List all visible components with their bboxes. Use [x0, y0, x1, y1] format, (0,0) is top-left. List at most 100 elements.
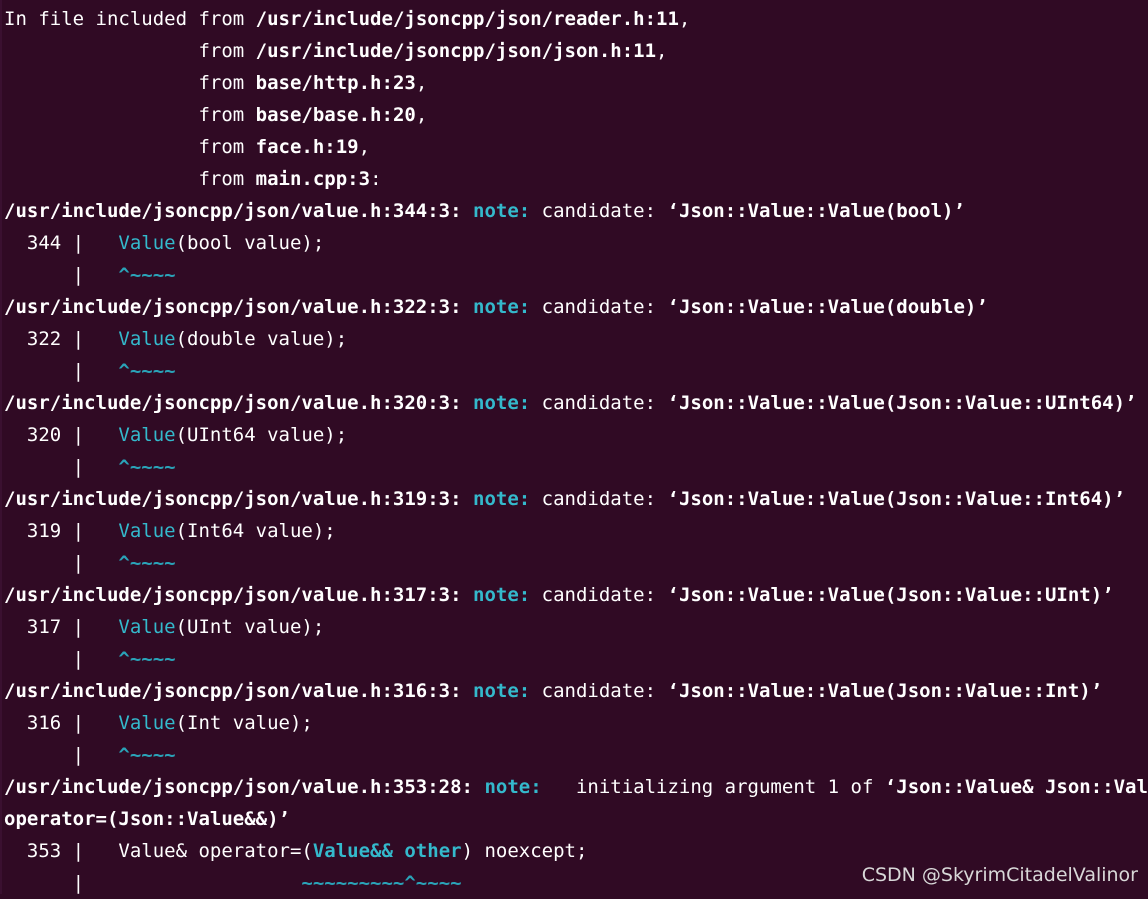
diagnostic-text: candidate:	[530, 200, 668, 222]
source-code: ) noexcept;	[461, 840, 588, 862]
include-suffix: ,	[415, 104, 428, 126]
terminal-output: In file included from /usr/include/jsonc…	[4, 3, 1148, 899]
highlighted-token: Value	[118, 232, 176, 254]
gutter: |	[4, 456, 119, 478]
line-number-gutter: 320 |	[4, 424, 119, 446]
source-code: (Int value);	[175, 712, 313, 734]
gutter: |	[4, 744, 119, 766]
include-prefix: In file included from	[4, 8, 256, 30]
gutter: |	[4, 264, 119, 286]
note-label: note:	[484, 776, 542, 798]
diagnostic-location: /usr/include/jsoncpp/json/value.h:322:3:	[4, 296, 462, 318]
note-label: note:	[473, 584, 531, 606]
include-prefix: from	[4, 168, 256, 190]
source-line: 316 | Value(Int value);	[4, 707, 1148, 739]
source-line: 344 | Value(bool value);	[4, 227, 1148, 259]
diagnostic-location: /usr/include/jsoncpp/json/value.h:319:3:	[4, 488, 462, 510]
diagnostic-location: /usr/include/jsoncpp/json/value.h:316:3:	[4, 680, 462, 702]
diagnostic-line: /usr/include/jsoncpp/json/value.h:344:3:…	[4, 195, 1148, 227]
gutter: |	[4, 872, 302, 894]
line-number-gutter: 316 |	[4, 712, 119, 734]
source-code: (double value);	[175, 328, 348, 350]
include-suffix: ,	[358, 136, 371, 158]
note-label: note:	[473, 680, 531, 702]
include-line: In file included from /usr/include/jsonc…	[4, 3, 1148, 35]
include-suffix: ,	[656, 40, 668, 62]
diagnostic-text: candidate:	[530, 392, 668, 414]
caret-line: | ^~~~~	[4, 451, 1148, 483]
line-number-gutter: 322 |	[4, 328, 119, 350]
line-number-gutter: 319 |	[4, 520, 119, 542]
include-line: from face.h:19,	[4, 131, 1148, 163]
diagnostic-line: /usr/include/jsoncpp/json/value.h:322:3:…	[4, 291, 1148, 323]
note-label: note:	[473, 296, 531, 318]
gutter: |	[4, 360, 119, 382]
diagnostic-text: candidate:	[530, 488, 668, 510]
include-file: base/base.h:20	[255, 104, 416, 126]
caret-line: | ^~~~~	[4, 739, 1148, 771]
source-code: (UInt value);	[175, 616, 325, 638]
diagnostic-line: /usr/include/jsoncpp/json/value.h:319:3:…	[4, 483, 1148, 515]
source-line: 319 | Value(Int64 value);	[4, 515, 1148, 547]
caret-marker: ^~~~~	[118, 552, 176, 574]
include-prefix: from	[4, 136, 256, 158]
include-suffix: ,	[415, 72, 428, 94]
watermark-text: CSDN @SkyrimCitadelValinor	[861, 864, 1138, 886]
diagnostic-text: candidate:	[530, 680, 668, 702]
caret-marker: ^~~~~	[118, 360, 176, 382]
include-line: from main.cpp:3:	[4, 163, 1148, 195]
highlighted-token: Value&& other	[312, 840, 462, 862]
diagnostic-location: /usr/include/jsoncpp/json/value.h:353:28…	[4, 776, 473, 798]
diagnostic-continuation: operator=(Json::Value&&)’	[4, 803, 1148, 835]
diagnostic-text: candidate:	[530, 296, 668, 318]
include-file: /usr/include/jsoncpp/json/json.h:11	[255, 40, 657, 62]
include-line: from base/http.h:23,	[4, 67, 1148, 99]
include-file: main.cpp:3	[255, 168, 371, 190]
include-suffix: ,	[678, 8, 691, 30]
gutter: |	[4, 648, 119, 670]
caret-line: | ^~~~~	[4, 355, 1148, 387]
source-line: 317 | Value(UInt value);	[4, 611, 1148, 643]
include-file: /usr/include/jsoncpp/json/reader.h:11	[255, 8, 679, 30]
source-line: 320 | Value(UInt64 value);	[4, 419, 1148, 451]
caret-marker: ^~~~~	[118, 264, 176, 286]
candidate-signature: ‘Json::Value::Value(Json::Value::UInt)’	[667, 584, 1114, 606]
line-number-gutter: 353 |	[4, 840, 119, 862]
candidate-signature: ‘Json::Value::Value(Json::Value::Int)’	[667, 680, 1103, 702]
highlighted-token: Value	[118, 424, 176, 446]
note-label: note:	[473, 200, 531, 222]
argument-signature: ‘Json::Value& Json::Value::	[884, 776, 1148, 798]
source-code: (UInt64 value);	[175, 424, 348, 446]
diagnostic-location: /usr/include/jsoncpp/json/value.h:317:3:	[4, 584, 462, 606]
source-code: Value& operator=(	[118, 840, 313, 862]
caret-marker: ~~~~~~~~~^~~~~	[301, 872, 462, 894]
diagnostic-location: /usr/include/jsoncpp/json/value.h:320:3:	[4, 392, 462, 414]
include-line: from /usr/include/jsoncpp/json/json.h:11…	[4, 35, 1148, 67]
candidate-signature: ‘Json::Value::Value(double)’	[667, 296, 988, 318]
note-label: note:	[473, 392, 531, 414]
note-label: note:	[473, 488, 531, 510]
caret-marker: ^~~~~	[118, 456, 176, 478]
include-file: face.h:19	[255, 136, 359, 158]
source-line: 322 | Value(double value);	[4, 323, 1148, 355]
candidate-signature: ‘Json::Value::Value(Json::Value::UInt64)…	[667, 392, 1137, 414]
diagnostic-location: /usr/include/jsoncpp/json/value.h:344:3:	[4, 200, 462, 222]
caret-line: | ^~~~~	[4, 643, 1148, 675]
include-file: base/http.h:23	[255, 72, 416, 94]
argument-signature-continued: operator=(Json::Value&&)’	[4, 808, 290, 830]
window-edge	[0, 0, 2, 894]
highlighted-token: Value	[118, 520, 176, 542]
caret-line: | ^~~~~	[4, 259, 1148, 291]
diagnostic-text: initializing argument 1 of	[541, 776, 885, 798]
highlighted-token: Value	[118, 328, 176, 350]
highlighted-token: Value	[118, 616, 176, 638]
line-number-gutter: 317 |	[4, 616, 119, 638]
include-prefix: from	[4, 40, 256, 62]
diagnostic-line: /usr/include/jsoncpp/json/value.h:320:3:…	[4, 387, 1148, 419]
diagnostic-line: /usr/include/jsoncpp/json/value.h:317:3:…	[4, 579, 1148, 611]
diagnostic-line: /usr/include/jsoncpp/json/value.h:316:3:…	[4, 675, 1148, 707]
caret-line: | ^~~~~	[4, 547, 1148, 579]
source-line: 353 | Value& operator=(Value&& other) no…	[4, 835, 1148, 867]
candidate-signature: ‘Json::Value::Value(bool)’	[667, 200, 965, 222]
source-code: (bool value);	[175, 232, 325, 254]
